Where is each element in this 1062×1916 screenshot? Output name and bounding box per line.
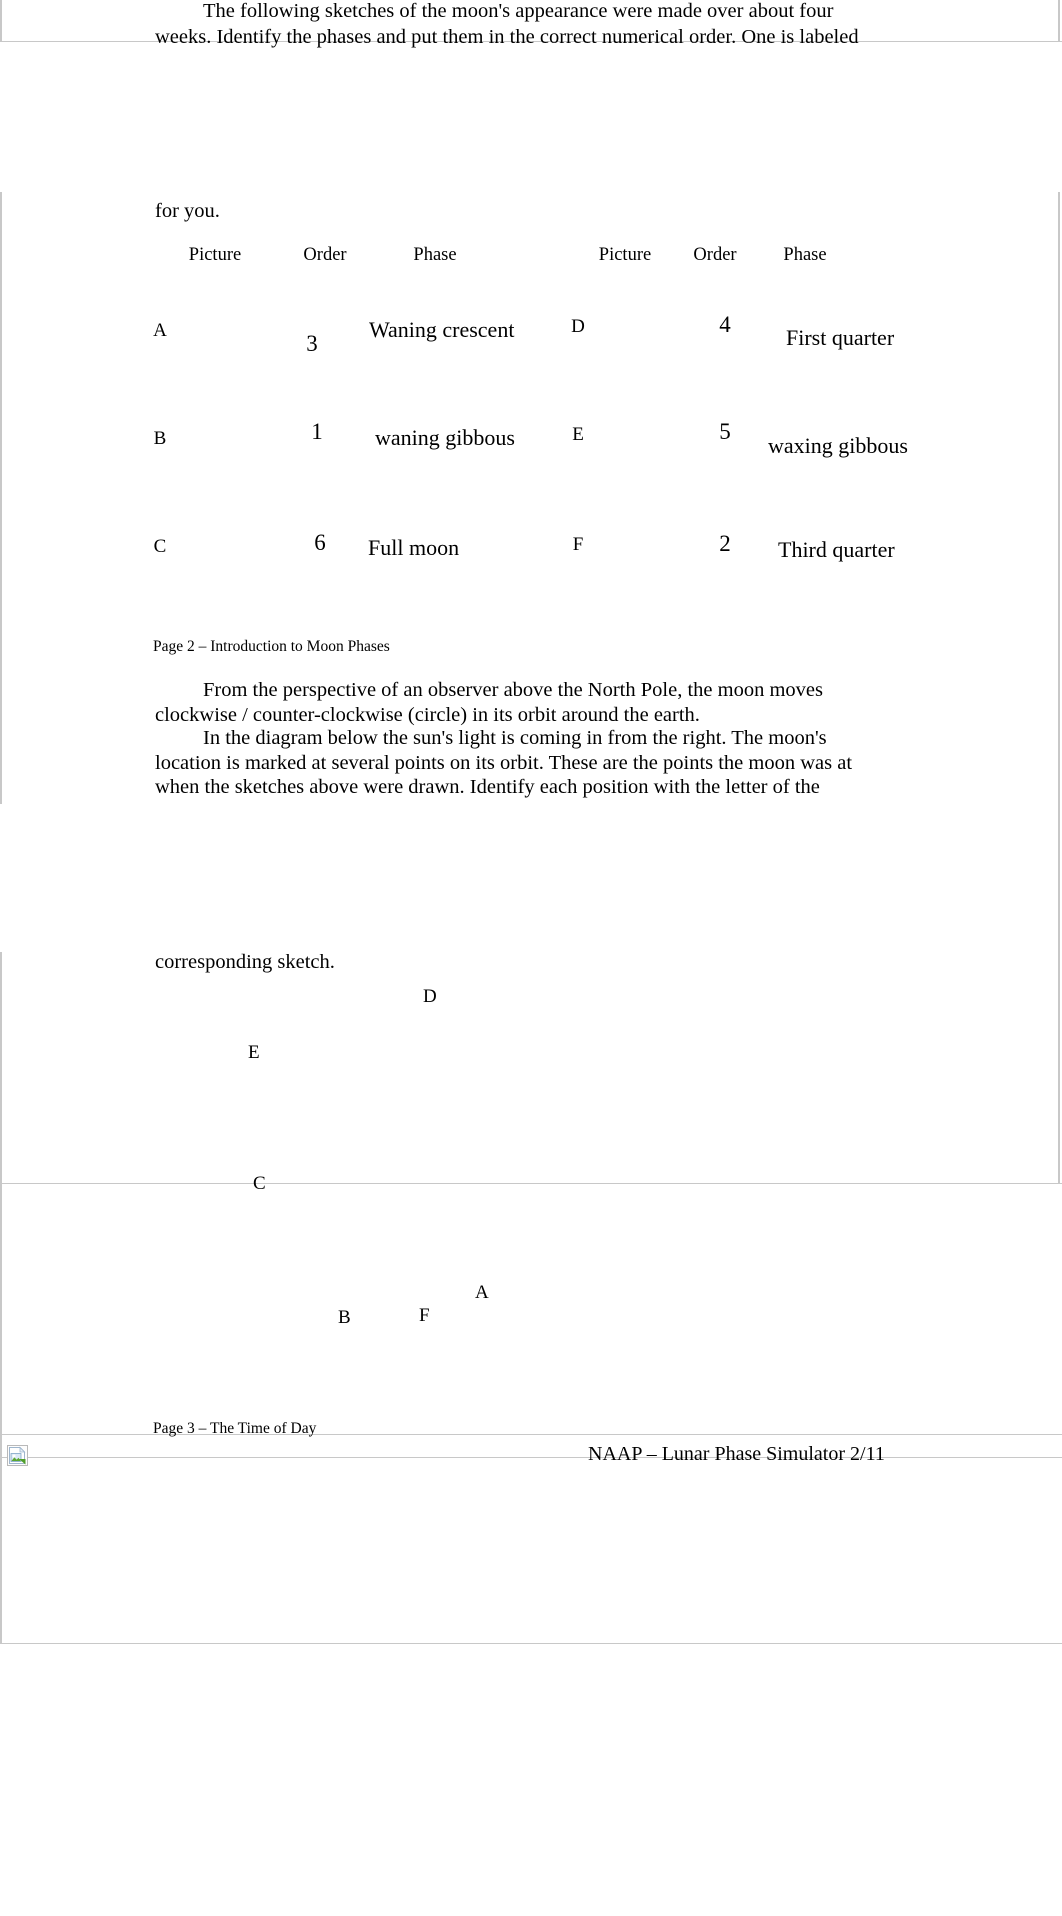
table-row: F	[558, 534, 598, 556]
paragraph-text: location is marked at several points on …	[155, 752, 853, 774]
orbit-label-text: A	[475, 1282, 489, 1303]
cell-phase: waning gibbous	[375, 425, 515, 450]
table-row: 5	[705, 419, 745, 445]
orbit-label-d: D	[423, 986, 437, 1008]
cell-picture: C	[153, 536, 167, 557]
page-3-footer: Page 3 – The Time of Day	[153, 1419, 316, 1438]
broken-image-glyph	[9, 1446, 26, 1465]
cell-phase: Waning crescent	[369, 317, 515, 342]
header-label: Order	[693, 245, 737, 265]
page2-paragraph-1-line-1: From the perspective of an observer abov…	[155, 677, 1035, 703]
page-divider-rule	[0, 1643, 1062, 1644]
cell-phase: Full moon	[368, 535, 460, 560]
paragraph-text: In the diagram below the sun's light is …	[203, 727, 827, 749]
orbit-label-text: B	[338, 1307, 351, 1328]
cell-picture: D	[571, 316, 585, 337]
page-right-border	[1058, 0, 1060, 42]
table-row: 3	[292, 331, 332, 357]
orbit-label-text: D	[423, 986, 437, 1007]
cell-phase: waxing gibbous	[768, 433, 908, 458]
table-row: waxing gibbous	[768, 433, 1008, 459]
page2-paragraph-2-line-3: when the sketches above were drawn. Iden…	[155, 774, 1062, 800]
orbit-label-a: A	[475, 1282, 489, 1304]
table-row: 4	[705, 312, 745, 338]
table-row: 1	[297, 419, 337, 445]
cell-order: 1	[311, 419, 323, 444]
intro-paragraph-line-2: weeks. Identify the phases and put them …	[155, 24, 1055, 50]
table-row: C	[140, 536, 180, 558]
paragraph-text: when the sketches above were drawn. Iden…	[155, 776, 820, 798]
orbit-label-text: F	[419, 1305, 430, 1326]
paragraph-text: corresponding sketch.	[155, 951, 335, 973]
header-label: Picture	[188, 245, 242, 265]
page-divider-rule	[0, 1183, 1062, 1184]
table-row: B	[140, 428, 180, 450]
intro-line-3-text: for you.	[155, 200, 220, 222]
paragraph-text: clockwise / counter-clockwise (circle) i…	[155, 704, 700, 726]
page-left-border	[0, 952, 2, 1184]
page-3-footer-text: Page 3 – The Time of Day	[153, 1420, 317, 1437]
cell-picture: A	[153, 320, 167, 341]
page-left-border	[0, 192, 2, 804]
cell-order: 4	[719, 312, 731, 337]
page2-paragraph-2-line-2: location is marked at several points on …	[155, 750, 1062, 776]
paragraph-text: From the perspective of an observer abov…	[203, 679, 823, 701]
header-label: Phase	[413, 245, 457, 265]
document-page: The following sketches of the moon's app…	[0, 0, 1062, 1916]
header-label: Phase	[783, 245, 827, 265]
table-header-phase-left: Phase	[370, 245, 500, 266]
orbit-label-c: C	[253, 1173, 266, 1195]
page-2-footer: Page 2 – Introduction to Moon Phases	[153, 637, 390, 656]
cell-phase: First quarter	[786, 325, 895, 350]
cell-order: 5	[719, 419, 731, 444]
page-left-border	[0, 0, 2, 42]
cell-order: 2	[719, 531, 731, 556]
orbit-label-e: E	[248, 1042, 260, 1064]
intro-paragraph-line-3: for you.	[155, 198, 555, 224]
page-divider-rule	[0, 1457, 1062, 1458]
table-row: A	[140, 320, 180, 342]
header-label: Order	[303, 245, 347, 265]
table-row: E	[558, 424, 598, 446]
intro-line-2-text: weeks. Identify the phases and put them …	[155, 26, 859, 48]
orbit-label-text: C	[253, 1173, 266, 1194]
orbit-label-text: E	[248, 1042, 260, 1063]
page2-paragraph-2-line-1: In the diagram below the sun's light is …	[155, 725, 1055, 751]
page2-paragraph-2-line-4: corresponding sketch.	[155, 949, 575, 975]
table-row: 2	[705, 531, 745, 557]
cell-picture: E	[572, 424, 584, 445]
table-row: Third quarter	[778, 537, 1018, 563]
intro-line-1-text: The following sketches of the moon's app…	[203, 0, 834, 22]
page-2-footer-text: Page 2 – Introduction to Moon Phases	[153, 638, 390, 655]
page-left-border	[0, 1184, 2, 1644]
table-row: First quarter	[786, 325, 1026, 351]
table-row: 6	[300, 530, 340, 556]
header-label: Picture	[598, 245, 652, 265]
table-row: D	[558, 316, 598, 338]
cell-phase: Third quarter	[778, 537, 895, 562]
page-right-border	[1058, 192, 1060, 1184]
cell-picture: B	[153, 428, 167, 449]
intro-paragraph-line-1: The following sketches of the moon's app…	[155, 0, 1035, 24]
orbit-label-f: F	[419, 1305, 430, 1327]
cell-order: 6	[314, 530, 326, 555]
naap-footer-text: NAAP – Lunar Phase Simulator 2/11	[588, 1443, 885, 1465]
cell-order: 3	[306, 331, 318, 356]
table-header-phase-right: Phase	[740, 245, 870, 266]
cell-picture: F	[572, 534, 584, 555]
naap-footer: NAAP – Lunar Phase Simulator 2/11	[588, 1442, 885, 1466]
orbit-label-b: B	[338, 1307, 351, 1329]
broken-image-icon	[7, 1445, 28, 1466]
